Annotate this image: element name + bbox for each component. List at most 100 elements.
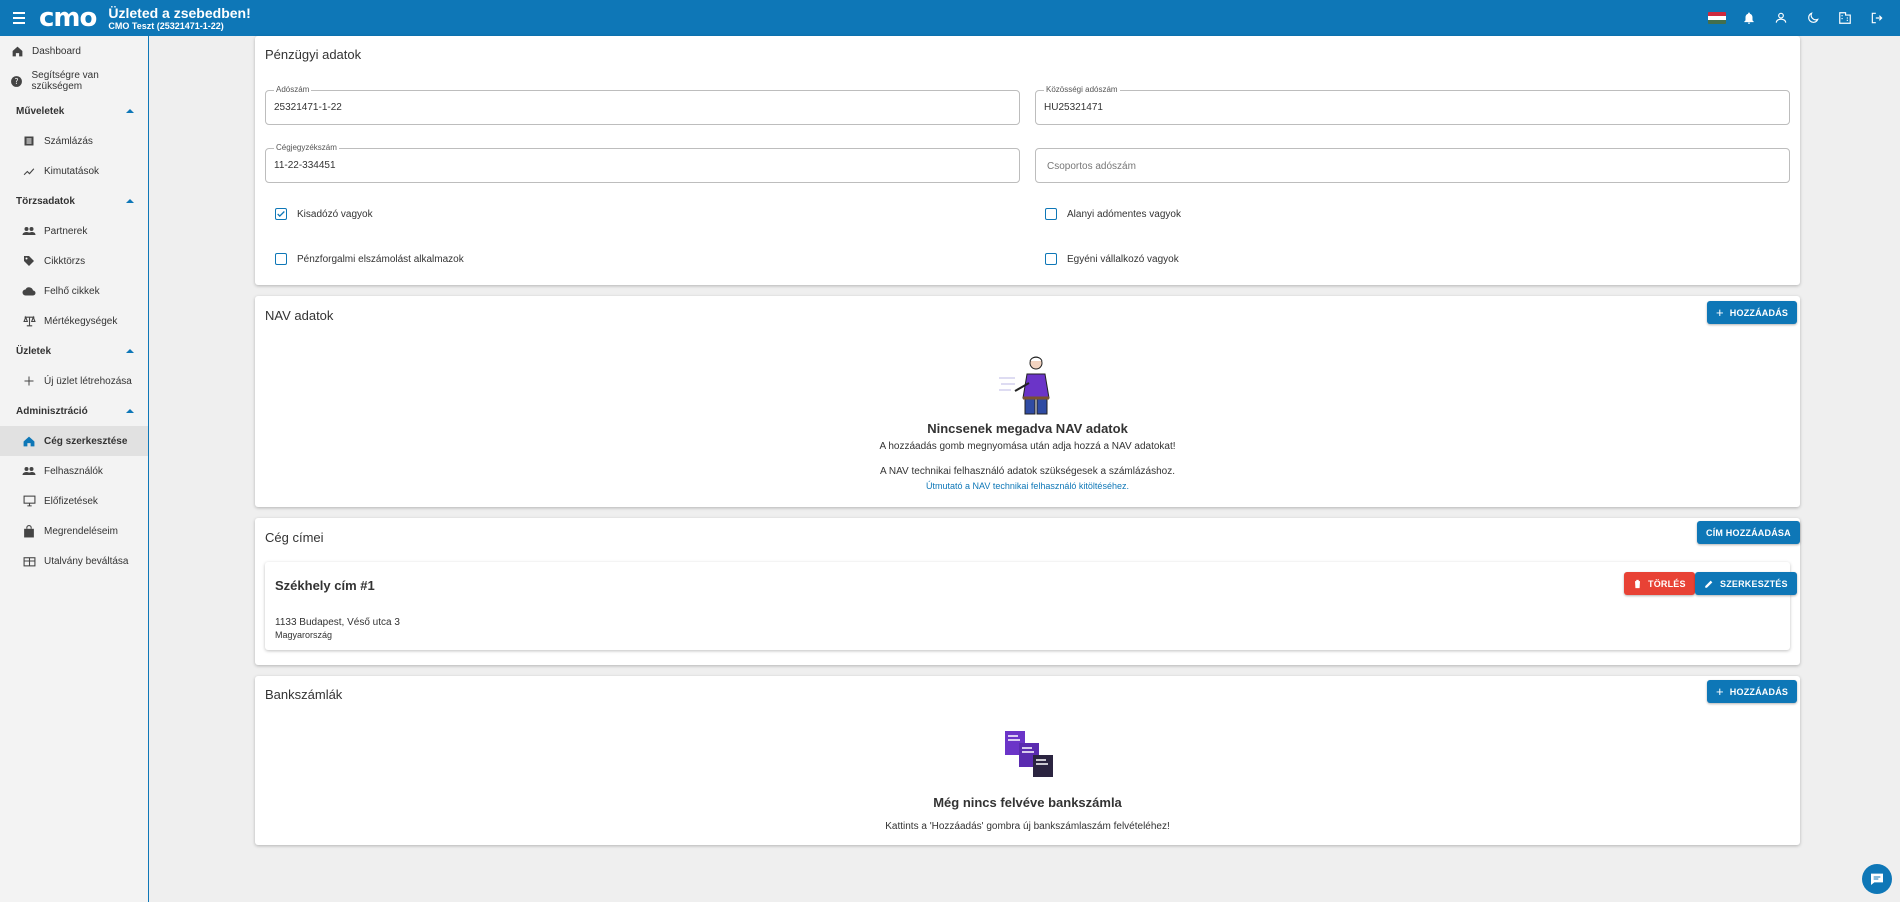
plus-icon bbox=[22, 374, 36, 388]
company-name: CMO Teszt (25321471-1-22) bbox=[108, 20, 224, 31]
bank-illustration bbox=[1003, 729, 1055, 782]
bank-add-button[interactable]: + HOZZÁADÁS bbox=[1707, 680, 1798, 703]
sidebar-item-utalvany[interactable]: Utalvány beváltása bbox=[0, 546, 148, 576]
nav-card: NAV adatok + HOZZÁADÁS Nincsenek megadva … bbox=[255, 296, 1800, 507]
egyeni-checkbox[interactable]: Egyéni vállalkozó vagyok bbox=[1045, 253, 1179, 265]
chat-button[interactable] bbox=[1862, 864, 1892, 894]
tag-icon bbox=[22, 254, 36, 268]
sidebar-item-label: Partnerek bbox=[44, 225, 88, 237]
scale-icon bbox=[22, 314, 36, 328]
address-item: Székhely cím #1 TÖRLÉS SZERKESZTÉS 1133 … bbox=[265, 562, 1797, 650]
sidebar-item-help[interactable]: ? Segítségre van szükségem bbox=[0, 66, 148, 96]
delete-address-button[interactable]: TÖRLÉS bbox=[1624, 572, 1695, 595]
button-label: HOZZÁADÁS bbox=[1729, 307, 1789, 318]
sidebar-item-megrendeleseim[interactable]: Megrendeléseim bbox=[0, 516, 148, 546]
sidebar-item-mertekegysegek[interactable]: Mértékegységek bbox=[0, 306, 148, 336]
button-label: HOZZÁADÁS bbox=[1729, 686, 1789, 697]
checkbox-label: Egyéni vállalkozó vagyok bbox=[1067, 253, 1179, 265]
checkbox-icon bbox=[1045, 253, 1057, 265]
hungarian-flag-icon[interactable] bbox=[1708, 9, 1726, 27]
nav-empty-title: Nincsenek megadva NAV adatok bbox=[927, 421, 1128, 436]
sidebar-item-label: Cikktörzs bbox=[44, 255, 86, 267]
alanyi-checkbox[interactable]: Alanyi adómentes vagyok bbox=[1045, 208, 1181, 220]
chart-line-icon bbox=[22, 164, 36, 178]
sidebar-item-uj-uzlet[interactable]: Új üzlet létrehozása bbox=[0, 366, 148, 396]
sidebar-section-muveletek[interactable]: Műveletek bbox=[0, 96, 148, 126]
bank-empty-title: Még nincs felvéve bankszámla bbox=[933, 795, 1122, 810]
checkbox-label: Pénzforgalmi elszámolást alkalmazok bbox=[297, 253, 464, 265]
group-tax-field[interactable]: Csoportos adószám bbox=[1035, 148, 1790, 183]
help-icon: ? bbox=[10, 74, 24, 88]
sidebar-item-label: Segítségre van szükségem bbox=[31, 70, 99, 92]
financial-title: Pénzügyi adatok bbox=[265, 47, 362, 62]
sidebar: Dashboard ? Segítségre van szükségem Műv… bbox=[0, 36, 149, 902]
sidebar-item-felhasznalok[interactable]: Felhasználók bbox=[0, 456, 148, 486]
sidebar-item-ceg[interactable]: Cég szerkesztése bbox=[0, 426, 148, 456]
add-address-button[interactable]: CÍM HOZZÁADÁSA bbox=[1697, 521, 1800, 544]
plus-icon: + bbox=[1716, 684, 1724, 699]
address-title: Székhely cím #1 bbox=[275, 578, 375, 593]
sidebar-item-dashboard[interactable]: Dashboard bbox=[0, 36, 148, 66]
field-label: Cégjegyzékszám bbox=[274, 143, 339, 152]
checkbox-icon bbox=[1045, 208, 1057, 220]
bell-icon[interactable] bbox=[1740, 9, 1758, 27]
building-icon[interactable] bbox=[1836, 9, 1854, 27]
top-bar: cmo Üzleted a zsebedben! CMO Teszt (2532… bbox=[0, 0, 1900, 36]
home-icon bbox=[10, 44, 24, 58]
checkbox-label: Alanyi adómentes vagyok bbox=[1067, 208, 1181, 220]
address-line-2: Magyarország bbox=[275, 630, 333, 640]
sidebar-item-label: Új üzlet létrehozása bbox=[44, 375, 132, 387]
bank-title: Bankszámlák bbox=[265, 687, 343, 702]
button-label: CÍM HOZZÁADÁSA bbox=[1706, 527, 1791, 538]
monitor-icon bbox=[22, 494, 36, 508]
checkbox-label: Kisadózó vagyok bbox=[297, 208, 373, 220]
sidebar-item-label: Előfizetések bbox=[44, 495, 98, 507]
sidebar-section-torzsadatok[interactable]: Törzsadatok bbox=[0, 186, 148, 216]
section-label: Törzsadatok bbox=[16, 195, 75, 207]
menu-icon[interactable] bbox=[13, 12, 33, 24]
sidebar-item-kimutatasok[interactable]: Kimutatások bbox=[0, 156, 148, 186]
nav-empty-text-1: A hozzáadás gomb megnyomása után adja ho… bbox=[879, 441, 1176, 452]
chevron-up-icon bbox=[126, 199, 134, 203]
sidebar-item-label: Mértékegységek bbox=[44, 315, 118, 327]
financial-card: Pénzügyi adatok Adószám 25321471-1-22 Kö… bbox=[255, 36, 1800, 285]
sidebar-section-uzletek[interactable]: Üzletek bbox=[0, 336, 148, 366]
community-tax-field[interactable]: Közösségi adószám HU25321471 bbox=[1035, 85, 1790, 125]
edit-address-button[interactable]: SZERKESZTÉS bbox=[1695, 572, 1797, 595]
address-line-1: 1133 Budapest, Véső utca 3 bbox=[275, 617, 400, 628]
moon-icon[interactable] bbox=[1804, 9, 1822, 27]
bank-empty-text: Kattints a 'Hozzáadás' gombra új bankszá… bbox=[885, 821, 1170, 832]
cloud-icon bbox=[22, 284, 36, 298]
button-label: SZERKESZTÉS bbox=[1720, 578, 1788, 589]
sidebar-section-adminisztracio[interactable]: Adminisztráció bbox=[0, 396, 148, 426]
section-label: Műveletek bbox=[16, 105, 65, 117]
brand: Üzleted a zsebedben! CMO Teszt (25321471… bbox=[108, 5, 250, 31]
sidebar-item-cikktorzs[interactable]: Cikktörzs bbox=[0, 246, 148, 276]
section-label: Üzletek bbox=[16, 345, 52, 357]
sidebar-item-partnerek[interactable]: Partnerek bbox=[0, 216, 148, 246]
kisadozo-checkbox[interactable]: Kisadózó vagyok bbox=[275, 208, 373, 220]
sidebar-item-label: Kimutatások bbox=[44, 165, 100, 177]
sidebar-item-felho[interactable]: Felhő cikkek bbox=[0, 276, 148, 306]
sidebar-item-label: Megrendeléseim bbox=[44, 525, 118, 537]
sidebar-item-szamlazas[interactable]: Számlázás bbox=[0, 126, 148, 156]
field-value: 11-22-334451 bbox=[274, 160, 336, 171]
pencil-icon bbox=[1704, 579, 1714, 589]
sidebar-item-label: Cég szerkesztése bbox=[44, 435, 128, 447]
bank-card: Bankszámlák + HOZZÁADÁS Még nincs felvéve… bbox=[255, 676, 1800, 845]
button-label: TÖRLÉS bbox=[1648, 578, 1686, 589]
logo[interactable]: cmo bbox=[39, 5, 97, 31]
user-icon[interactable] bbox=[1772, 9, 1790, 27]
checkbox-checked-icon bbox=[275, 208, 287, 220]
sidebar-item-label: Felhasználók bbox=[44, 465, 103, 477]
logout-icon[interactable] bbox=[1868, 9, 1886, 27]
chevron-up-icon bbox=[126, 349, 134, 353]
nav-add-button[interactable]: + HOZZÁADÁS bbox=[1707, 301, 1798, 324]
sidebar-item-elofizetesek[interactable]: Előfizetések bbox=[0, 486, 148, 516]
tax-number-field[interactable]: Adószám 25321471-1-22 bbox=[265, 85, 1020, 125]
sidebar-item-label: Utalvány beváltása bbox=[44, 555, 129, 567]
penzforgalmi-checkbox[interactable]: Pénzforgalmi elszámolást alkalmazok bbox=[275, 253, 464, 265]
nav-guide-link[interactable]: Útmutató a NAV technikai felhasználó kit… bbox=[926, 481, 1129, 491]
gift-card-icon bbox=[22, 554, 36, 568]
company-reg-field[interactable]: Cégjegyzékszám 11-22-334451 bbox=[265, 143, 1020, 183]
